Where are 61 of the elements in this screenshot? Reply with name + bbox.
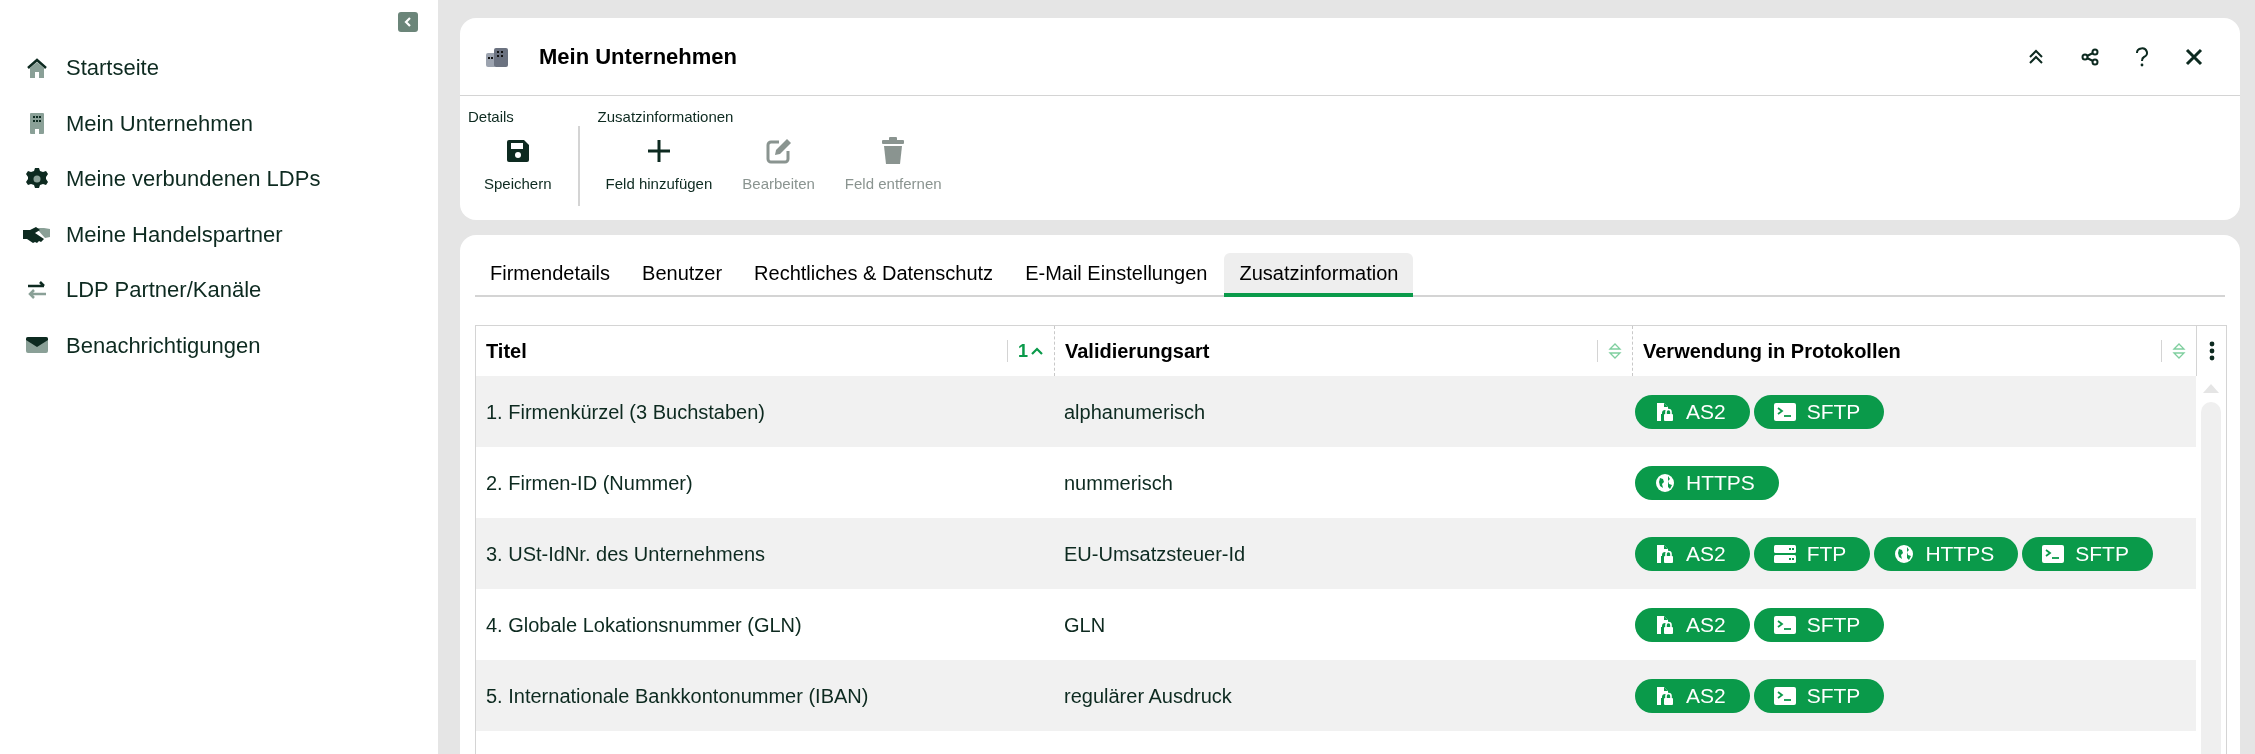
table-cell-text: EU-Umsatzsteuer-Id [1063, 541, 1247, 567]
tab[interactable]: Firmendetails [475, 253, 626, 297]
protocol-tag: SFTP [2022, 536, 2153, 571]
table-cell-text: 2. Firmen-ID (Nummer) [485, 470, 694, 496]
protocol-tag: FTP [1753, 536, 1871, 571]
tab[interactable]: Zusatzinformation [1224, 253, 1414, 297]
collapse-sidebar-button[interactable] [398, 12, 418, 32]
globe-icon [1894, 543, 1915, 564]
toolbar-button[interactable]: Speichern [472, 136, 564, 195]
column-header[interactable]: Titel [476, 336, 527, 366]
edit-icon [764, 136, 793, 165]
protocol-tag: SFTP [1753, 394, 1885, 429]
server-icon [1773, 544, 1796, 563]
protocol-tag: SFTP [1753, 607, 1885, 642]
tab[interactable]: E-Mail Einstellungen [1010, 253, 1223, 297]
protocol-tag: HTTPS [1874, 536, 2019, 571]
file-lock-icon [1655, 401, 1675, 422]
protocol-tag: AS2 [1635, 394, 1750, 429]
terminal-icon [1773, 615, 1796, 634]
sidebar-item[interactable]: Startseite [22, 40, 438, 96]
table-cell-text: alphanumerisch [1063, 399, 1207, 425]
tab[interactable]: Benutzer [627, 253, 738, 297]
table-cell-text: 5. Internationale Bankkontonummer (IBAN) [485, 683, 870, 709]
building-icon [486, 46, 508, 67]
tab[interactable]: Rechtliches & Datenschutz [739, 253, 1009, 297]
file-lock-icon [1655, 543, 1675, 564]
chevron-left-icon [402, 16, 414, 28]
protocol-tag: SFTP [1753, 678, 1885, 713]
table-cell-text: nummerisch [1063, 470, 1174, 496]
terminal-icon [1773, 686, 1796, 705]
file-lock-icon [1655, 614, 1675, 635]
globe-icon [1655, 472, 1675, 493]
trash-icon [881, 136, 906, 165]
share-icon[interactable] [2080, 46, 2100, 67]
toolbar-group-label: Details [468, 107, 515, 127]
table-cell-text: GLN [1063, 612, 1107, 638]
column-menu-icon[interactable] [2208, 341, 2215, 361]
protocol-tag: AS2 [1635, 678, 1750, 713]
file-lock-icon [1655, 685, 1675, 706]
table-cell-text: 4. Globale Lokationsnummer (GLN) [485, 612, 803, 638]
terminal-icon [2042, 544, 2065, 563]
column-header[interactable]: Verwendung in Protokollen [1633, 336, 1901, 366]
toolbar-group-label: Zusatzinformationen [596, 107, 735, 127]
sidebar-item[interactable]: Meine verbundenen LDPs [22, 151, 438, 207]
sidebar-item[interactable]: Mein Unternehmen [22, 95, 438, 151]
sort-ascending-indicator[interactable]: 1 [1008, 337, 1054, 365]
terminal-icon [1773, 402, 1796, 421]
column-header[interactable]: Validierungsart [1055, 336, 1210, 366]
table-cell-text: 3. USt-IdNr. des Unternehmens [485, 541, 766, 567]
help-icon[interactable] [2134, 46, 2150, 67]
toolbar-button[interactable]: Feld hinzufügen [593, 136, 725, 195]
page-title: Mein Unternehmen [539, 43, 738, 71]
sidebar-item[interactable]: Meine Handelspartner [22, 206, 438, 262]
protocol-tag: HTTPS [1635, 465, 1779, 500]
protocol-tag: AS2 [1635, 607, 1750, 642]
close-icon[interactable] [2184, 46, 2204, 67]
table-cell-text: regulärer Ausdruck [1063, 683, 1233, 709]
sidebar-item[interactable]: LDP Partner/Kanäle [22, 262, 438, 318]
protocol-tag: AS2 [1635, 536, 1750, 571]
table-cell-text: 1. Firmenkürzel (3 Buchstaben) [485, 399, 766, 425]
sidebar-item[interactable]: Benachrichtigungen [22, 317, 438, 373]
